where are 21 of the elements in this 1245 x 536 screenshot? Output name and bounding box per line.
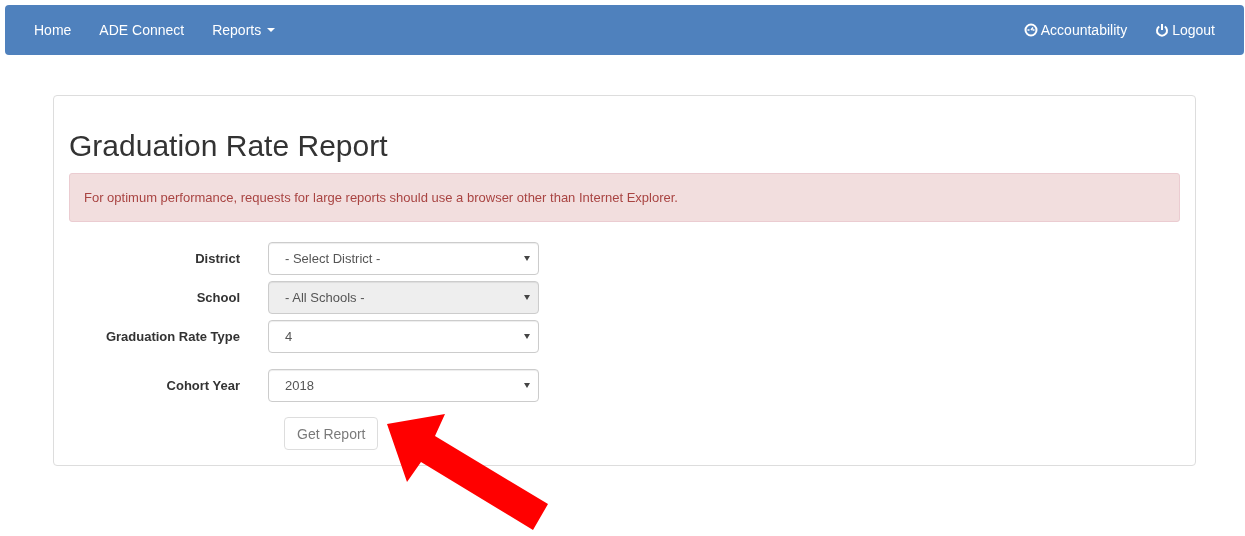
nav-link[interactable]: Home (20, 14, 86, 46)
caret-icon (524, 383, 530, 388)
field-label: Cohort Year (165, 378, 240, 393)
field-label: School (195, 290, 240, 305)
field-label: District (194, 251, 240, 266)
caret-icon (524, 334, 530, 339)
caret-icon (267, 28, 276, 32)
select-field[interactable]: - Select District - (268, 242, 539, 275)
power-icon (1155, 23, 1170, 37)
select-field[interactable]: 4 (268, 320, 539, 353)
page-title: Graduation Rate Report (69, 129, 389, 163)
dashboard-icon (1023, 23, 1038, 37)
select-field[interactable]: 2018 (268, 369, 539, 402)
caret-icon (524, 295, 530, 300)
nav-link[interactable]: Logout (1141, 14, 1229, 46)
field-label: Graduation Rate Type (104, 329, 240, 344)
nav-link[interactable]: Accountability (1009, 14, 1142, 46)
caret-icon (524, 256, 530, 261)
nav-link[interactable]: Reports (198, 14, 290, 46)
nav-link[interactable]: ADE Connect (85, 14, 199, 46)
warning-alert: For optimum performance, requests for large reports should use a browser other than Internet Explorer. (69, 173, 1180, 222)
